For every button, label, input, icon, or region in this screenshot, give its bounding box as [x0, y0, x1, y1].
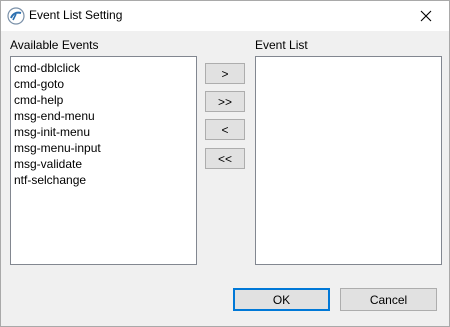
list-item[interactable]: ntf-selchange — [14, 172, 196, 188]
title-bar: Event List Setting — [1, 1, 449, 31]
list-item[interactable]: cmd-dblclick — [14, 60, 196, 76]
list-item[interactable]: cmd-goto — [14, 76, 196, 92]
event-list-label: Event List — [255, 38, 308, 52]
list-item[interactable]: cmd-help — [14, 92, 196, 108]
event-list-setting-dialog: Event List Setting Available Events cmd-… — [0, 0, 450, 327]
ok-button[interactable]: OK — [233, 288, 330, 311]
close-button[interactable] — [403, 1, 449, 31]
remove-button[interactable]: < — [205, 119, 245, 140]
close-icon — [420, 10, 432, 22]
list-item[interactable]: msg-end-menu — [14, 108, 196, 124]
add-button[interactable]: > — [205, 63, 245, 84]
add-all-button[interactable]: >> — [205, 91, 245, 112]
list-item[interactable]: msg-validate — [14, 156, 196, 172]
app-icon — [7, 7, 25, 25]
event-list[interactable] — [255, 56, 442, 265]
window-title: Event List Setting — [29, 8, 123, 22]
available-events-label: Available Events — [10, 38, 99, 52]
cancel-button[interactable]: Cancel — [340, 288, 437, 311]
list-item[interactable]: msg-menu-input — [14, 140, 196, 156]
list-item[interactable]: msg-init-menu — [14, 124, 196, 140]
available-events-list[interactable]: cmd-dblclick cmd-goto cmd-help msg-end-menu… — [10, 56, 197, 265]
remove-all-button[interactable]: << — [205, 148, 245, 169]
